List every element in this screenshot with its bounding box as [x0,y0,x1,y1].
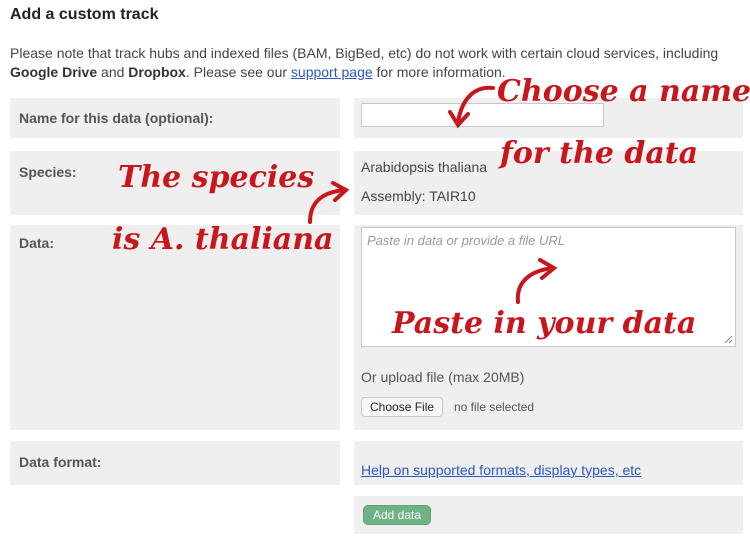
arrow-to-textarea-icon [515,258,558,304]
arrow-to-species-icon [308,181,350,224]
arrow-to-name-input-icon [448,85,495,129]
annotation-arrows [308,85,558,304]
